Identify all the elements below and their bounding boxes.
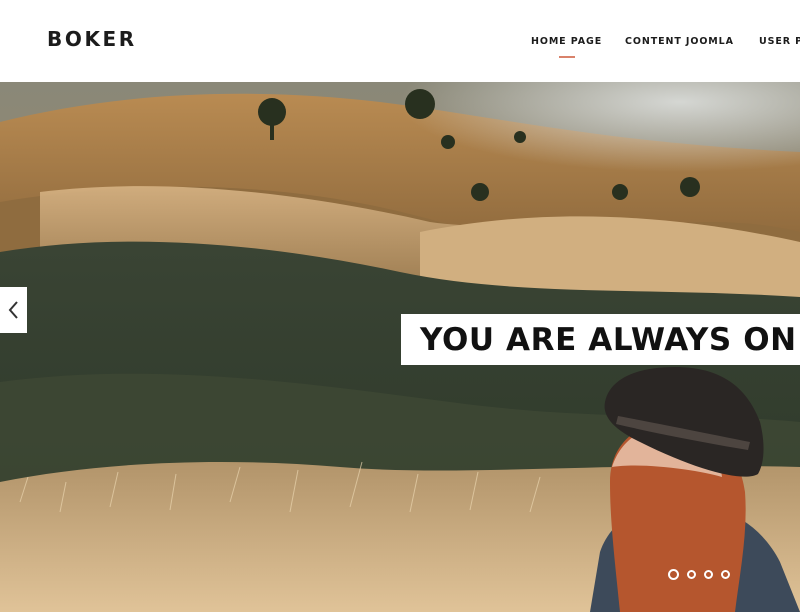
- slider-prev-button[interactable]: [0, 287, 27, 333]
- site-header: BOKER HOME PAGE CONTENT JOOMLA USER PA: [0, 0, 800, 82]
- nav-user-page[interactable]: USER PA: [759, 36, 800, 47]
- slider-dot-4[interactable]: [721, 570, 730, 579]
- slide-caption: YOU ARE ALWAYS ON: [420, 322, 797, 358]
- slider-dot-3[interactable]: [704, 570, 713, 579]
- slide-caption-box: YOU ARE ALWAYS ON: [401, 314, 800, 365]
- nav-home-page[interactable]: HOME PAGE: [531, 36, 602, 58]
- slider-dot-1[interactable]: [668, 569, 679, 580]
- chevron-left-icon: [8, 301, 18, 319]
- hero-slider: YOU ARE ALWAYS ON: [0, 82, 800, 612]
- main-nav: HOME PAGE CONTENT JOOMLA USER PA: [0, 36, 800, 66]
- slider-dot-2[interactable]: [687, 570, 696, 579]
- slider-pagination: [668, 569, 730, 581]
- nav-content-joomla[interactable]: CONTENT JOOMLA: [625, 36, 734, 47]
